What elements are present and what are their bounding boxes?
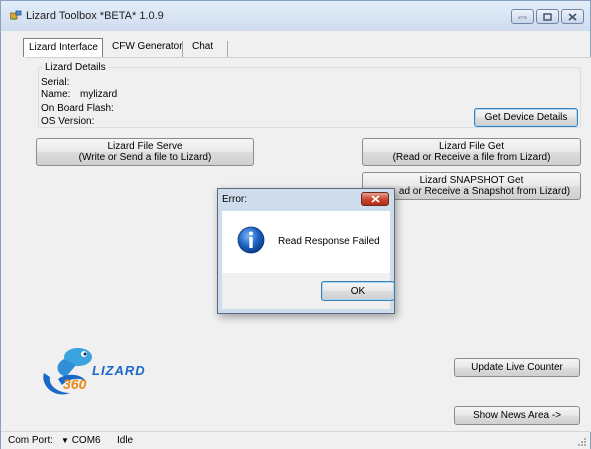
os-version-label: OS Version:	[41, 116, 95, 127]
dialog-body: Read Response Failed	[222, 211, 390, 273]
button-label-line2: (Write or Send a file to Lizard)	[78, 152, 212, 163]
button-label-line1: Lizard File Get	[438, 141, 505, 152]
button-label-line1: Lizard File Serve	[107, 141, 183, 152]
window-title: Lizard Toolbox *BETA* 1.0.9	[26, 10, 164, 22]
status-text: Idle	[117, 435, 134, 446]
dialog-close-button[interactable]	[361, 192, 389, 206]
com-port-value: COM6	[71, 435, 101, 446]
dropdown-arrow-icon: ▼	[61, 436, 69, 445]
tab-divider	[182, 41, 183, 57]
tab-chat[interactable]: Chat	[187, 38, 227, 57]
com-port-dropdown[interactable]: ▼ COM6	[61, 435, 101, 446]
status-bar: Com Port: ▼ COM6 Idle	[1, 431, 590, 449]
minimize-button[interactable]	[511, 9, 534, 24]
file-serve-button[interactable]: Lizard File Serve (Write or Send a file …	[36, 138, 254, 166]
serial-label: Serial:	[41, 77, 70, 88]
tab-cfw-generator[interactable]: CFW Generator	[107, 38, 189, 57]
resize-grip-icon[interactable]	[577, 437, 587, 447]
com-port-label: Com Port:	[8, 435, 54, 446]
error-dialog: Error: Read Response Failed OK	[217, 188, 395, 314]
flash-label: On Board Flash:	[41, 103, 114, 114]
tab-lizard-interface[interactable]: Lizard Interface	[23, 38, 103, 57]
dialog-button-area: OK	[222, 273, 395, 309]
maximize-button[interactable]	[536, 9, 559, 24]
tab-divider	[227, 41, 228, 57]
group-title: Lizard Details	[43, 62, 108, 73]
tab-label: Lizard Interface	[29, 42, 98, 53]
close-icon	[370, 195, 380, 203]
button-label-line1: Lizard SNAPSHOT Get	[419, 175, 524, 186]
logo-badge: 360	[63, 376, 87, 392]
tab-label: Chat	[192, 41, 214, 52]
lizard-360-logo: 360 LIZARD	[43, 348, 146, 395]
maximize-icon	[543, 12, 552, 21]
button-label: Get Device Details	[484, 112, 568, 123]
close-button[interactable]	[561, 9, 584, 24]
button-label-line2: ad or Receive a Snapshot from Lizard)	[398, 186, 571, 197]
dialog-message: Read Response Failed	[278, 236, 380, 247]
dialog-title: Error:	[222, 194, 247, 205]
show-news-area-button[interactable]: Show News Area ->	[454, 406, 580, 425]
file-get-button[interactable]: Lizard File Get (Read or Receive a file …	[362, 138, 581, 166]
logo-text: LIZARD	[92, 363, 146, 378]
ok-button[interactable]: OK	[321, 281, 395, 301]
name-label: Name:	[41, 89, 71, 100]
update-live-counter-button[interactable]: Update Live Counter	[454, 358, 580, 377]
button-label: OK	[350, 285, 366, 297]
name-value: mylizard	[80, 89, 118, 100]
button-label: Update Live Counter	[471, 362, 563, 373]
app-icon	[10, 10, 22, 20]
button-label-line2: (Read or Receive a file from Lizard)	[392, 152, 551, 163]
minimize-icon	[518, 16, 527, 19]
get-device-details-button[interactable]: Get Device Details	[474, 108, 578, 127]
button-label: Show News Area ->	[472, 410, 562, 421]
close-icon	[568, 12, 577, 21]
tab-label: CFW Generator	[112, 41, 183, 52]
title-bar[interactable]: Lizard Toolbox *BETA* 1.0.9	[1, 1, 590, 31]
info-icon	[237, 226, 265, 254]
